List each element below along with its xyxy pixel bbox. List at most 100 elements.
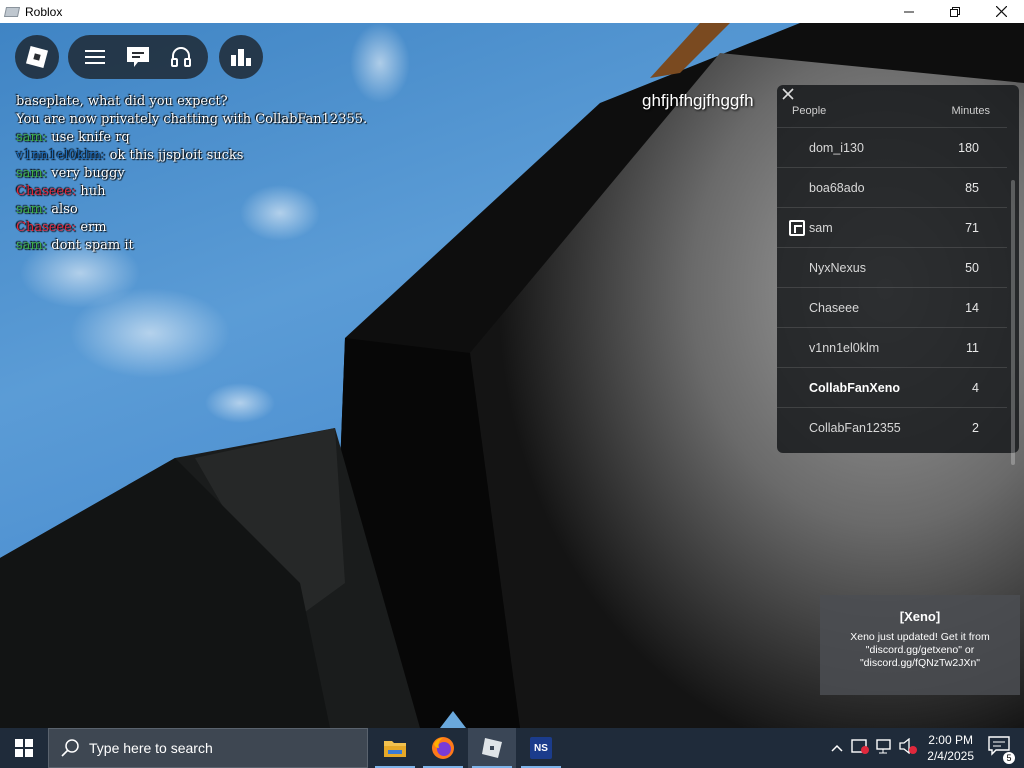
chat-message-text: very buggy bbox=[51, 166, 125, 181]
chevron-up-icon bbox=[831, 744, 843, 752]
player-minutes: 71 bbox=[965, 221, 979, 235]
leaderboard-toggle-button[interactable] bbox=[219, 35, 263, 79]
restore-icon bbox=[950, 6, 960, 17]
chat-message: You are now privately chatting with Coll… bbox=[16, 111, 367, 129]
notification-count-badge: 5 bbox=[1002, 750, 1016, 765]
voice-chat-button[interactable] bbox=[167, 43, 195, 71]
notification-body: Xeno just updated! Get it from "discord.… bbox=[850, 631, 990, 669]
chat-message-text: dont spam it bbox=[51, 238, 134, 253]
column-people: People bbox=[792, 105, 827, 117]
leaderboard-row[interactable]: CollabFan12355 2 bbox=[777, 407, 1007, 447]
security-icon bbox=[851, 738, 870, 754]
topbar-pill bbox=[68, 35, 208, 79]
tray-overflow-button[interactable] bbox=[831, 739, 843, 757]
leaderboard-row[interactable]: CollabFanXeno 4 bbox=[777, 367, 1007, 407]
system-tray: 2:00 PM 2/4/2025 5 bbox=[831, 728, 1024, 768]
chat-sender-name[interactable]: sam: bbox=[16, 238, 47, 253]
leaderboard-row[interactable]: boa68ado 85 bbox=[777, 167, 1007, 207]
window-title: Roblox bbox=[25, 4, 63, 19]
player-minutes: 14 bbox=[965, 301, 979, 315]
leaderboard-scrollbar[interactable] bbox=[1011, 180, 1015, 465]
leaderboard-icon bbox=[231, 49, 251, 66]
player-minutes: 4 bbox=[972, 381, 979, 395]
leaderboard-rows: dom_i130 180 boa68ado 85 sam 71 NyxNexus 50 Chas… bbox=[777, 127, 1007, 447]
roblox-icon bbox=[482, 738, 502, 758]
clock-time: 2:00 PM bbox=[928, 733, 973, 747]
chat-message: baseplate, what did you expect? bbox=[16, 93, 367, 111]
column-minutes: Minutes bbox=[951, 105, 990, 117]
window-controls bbox=[886, 0, 1024, 23]
chat-sender-name[interactable]: Chaseee: bbox=[16, 184, 76, 199]
leaderboard-row[interactable]: dom_i130 180 bbox=[777, 127, 1007, 167]
chat-message: sam: very buggy bbox=[16, 165, 367, 183]
taskbar-ns[interactable]: NS bbox=[517, 728, 565, 768]
chat-message: sam: dont spam it bbox=[16, 237, 367, 255]
player-name: CollabFan12355 bbox=[809, 421, 901, 435]
roblox-app-icon bbox=[3, 6, 21, 17]
taskbar-roblox[interactable] bbox=[468, 728, 516, 768]
leaderboard-row[interactable]: NyxNexus 50 bbox=[777, 247, 1007, 287]
ns-icon: NS bbox=[530, 737, 552, 759]
hamburger-icon bbox=[85, 50, 106, 64]
headset-icon bbox=[170, 47, 191, 67]
chat-message: Chaseee: huh bbox=[16, 183, 367, 201]
start-button[interactable] bbox=[0, 728, 48, 768]
friend-badge-icon bbox=[789, 220, 805, 236]
player-name: v1nn1el0klm bbox=[809, 341, 880, 355]
close-button[interactable] bbox=[978, 0, 1024, 23]
chat-message-text: ok this jjsploit sucks bbox=[109, 148, 244, 163]
chat-sender-name[interactable]: v1nn1el0klm: bbox=[16, 148, 106, 163]
chat-message: v1nn1el0klm: ok this jjsploit sucks bbox=[16, 147, 367, 165]
player-overhead-name: ghfjhfhgjfhggfh bbox=[642, 91, 754, 110]
leaderboard-row[interactable]: sam 71 bbox=[777, 207, 1007, 247]
roblox-menu-button[interactable] bbox=[15, 35, 59, 79]
folder-icon bbox=[384, 741, 406, 757]
leaderboard-row[interactable]: v1nn1el0klm 11 bbox=[777, 327, 1007, 367]
chat-message-text: erm bbox=[80, 220, 107, 235]
hamburger-menu-button[interactable] bbox=[81, 43, 109, 71]
taskbar-search-box[interactable]: Type here to search bbox=[48, 728, 368, 768]
taskbar-firefox[interactable] bbox=[419, 728, 467, 768]
game-viewport[interactable]: baseplate, what did you expect? You are n… bbox=[0, 23, 1024, 728]
chat-message-text: huh bbox=[80, 184, 106, 199]
chat-icon bbox=[126, 47, 149, 67]
player-name: dom_i130 bbox=[809, 141, 864, 155]
tray-volume-button[interactable] bbox=[899, 737, 918, 759]
tray-security-button[interactable] bbox=[851, 738, 870, 759]
player-minutes: 85 bbox=[965, 181, 979, 195]
chat-log: baseplate, what did you expect? You are n… bbox=[16, 93, 367, 255]
minimize-button[interactable] bbox=[886, 0, 932, 23]
player-minutes: 50 bbox=[965, 261, 979, 275]
player-name: sam bbox=[809, 221, 833, 235]
taskbar-file-explorer[interactable] bbox=[371, 728, 419, 768]
network-icon bbox=[876, 738, 891, 753]
leaderboard-row[interactable]: Chaseee 14 bbox=[777, 287, 1007, 327]
chat-message: Chaseee: erm bbox=[16, 219, 367, 237]
chat-toggle-button[interactable] bbox=[124, 43, 152, 71]
chat-message-text: You are now privately chatting with Coll… bbox=[16, 112, 368, 127]
player-minutes: 11 bbox=[966, 341, 979, 355]
volume-muted-icon bbox=[899, 737, 918, 754]
chat-message-text: use knife rq bbox=[51, 130, 130, 145]
restore-button[interactable] bbox=[932, 0, 978, 23]
notification-title: [Xeno] bbox=[899, 609, 941, 624]
chat-sender-name[interactable]: sam: bbox=[16, 130, 47, 145]
action-center-button[interactable]: 5 bbox=[988, 735, 1016, 765]
taskbar-clock[interactable]: 2:00 PM 2/4/2025 bbox=[927, 732, 974, 764]
close-icon bbox=[995, 6, 1007, 17]
roblox-logo-icon bbox=[25, 45, 49, 69]
clock-date: 2/4/2025 bbox=[927, 749, 974, 763]
player-name: Chaseee bbox=[809, 301, 860, 315]
chat-message: sam: also bbox=[16, 201, 367, 219]
minimize-icon bbox=[904, 11, 914, 12]
chat-sender-name[interactable]: sam: bbox=[16, 166, 47, 181]
leaderboard-panel: People Minutes dom_i130 180 boa68ado 85 sam 7… bbox=[777, 85, 1019, 465]
player-minutes: 180 bbox=[958, 141, 979, 155]
xeno-notification[interactable]: [Xeno] Xeno just updated! Get it from "d… bbox=[820, 595, 1020, 695]
chat-message: sam: use knife rq bbox=[16, 129, 367, 147]
chat-sender-name[interactable]: Chaseee: bbox=[16, 220, 76, 235]
chat-sender-name[interactable]: sam: bbox=[16, 202, 47, 217]
player-minutes: 2 bbox=[972, 421, 979, 435]
tray-network-button[interactable] bbox=[875, 738, 893, 759]
chat-message-text: also bbox=[51, 202, 78, 217]
